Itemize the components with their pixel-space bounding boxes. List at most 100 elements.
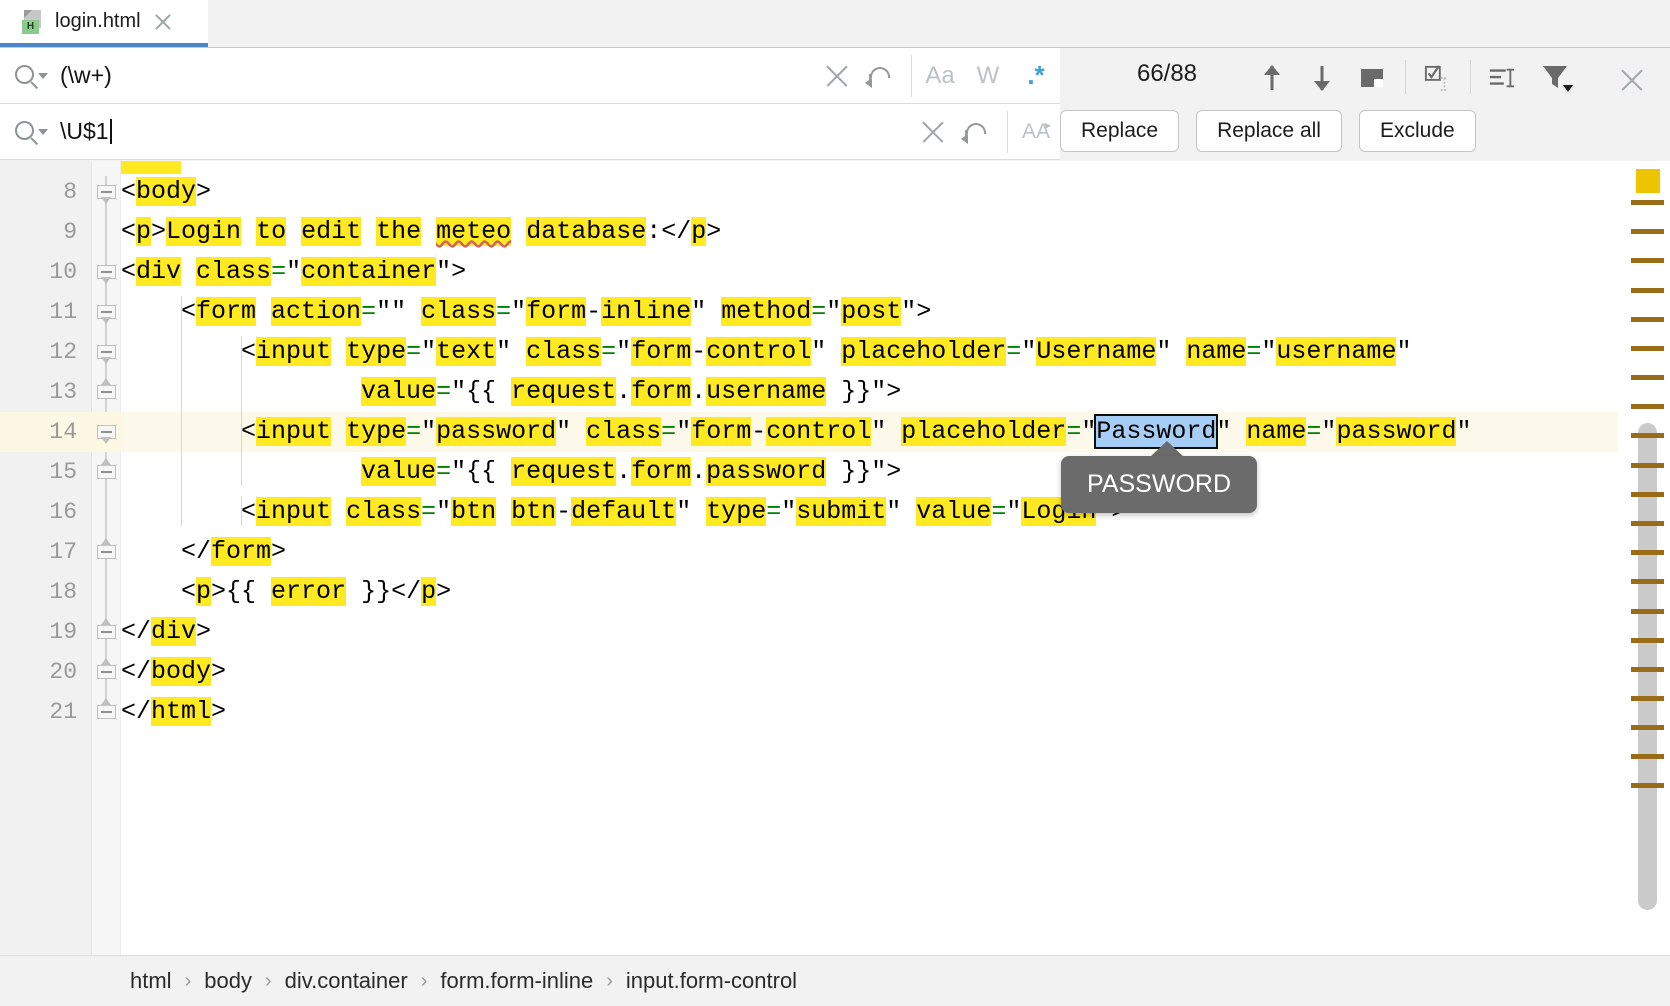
occurrence-marker[interactable]: [1631, 696, 1664, 701]
match-highlight: meteo: [436, 217, 511, 246]
code-line[interactable]: <div class="container">: [121, 252, 466, 292]
code-token: [511, 217, 526, 246]
find-panel-toolbar: 66/88: [1060, 48, 1670, 161]
code-token: ": [496, 337, 526, 366]
occurrence-marker[interactable]: [1631, 754, 1664, 759]
code-token: .: [616, 457, 631, 486]
code-line[interactable]: </form>: [121, 532, 286, 572]
code-token: >: [196, 177, 211, 206]
replace-all-button[interactable]: Replace all: [1196, 110, 1342, 152]
search-input[interactable]: (\w+): [50, 62, 823, 89]
clear-replace-icon[interactable]: [919, 118, 947, 146]
breadcrumb-item[interactable]: div.container: [285, 968, 408, 994]
occurrence-marker[interactable]: [1631, 463, 1664, 468]
exclude-button[interactable]: Exclude: [1359, 110, 1476, 152]
words-toggle[interactable]: W: [964, 56, 1012, 96]
replace-search-icon[interactable]: [14, 119, 50, 145]
divider: [1007, 111, 1008, 153]
select-all-occurrences-button[interactable]: [1350, 56, 1394, 100]
fold-collapse-end-icon[interactable]: [97, 622, 116, 641]
match-case-toggle[interactable]: Aa: [916, 56, 964, 96]
preserve-case-toggle[interactable]: A▸A: [1012, 112, 1060, 152]
occurrence-marker[interactable]: [1631, 433, 1664, 438]
filter-lines-icon: [1489, 63, 1515, 93]
code-line[interactable]: <p>{{ error }}</p>: [121, 572, 451, 612]
occurrence-marker[interactable]: [1631, 317, 1664, 322]
code-line[interactable]: value="{{ request.form.password }}">: [121, 452, 901, 492]
occurrence-marker[interactable]: [1631, 492, 1664, 497]
find-previous-button[interactable]: [1250, 56, 1294, 100]
editor-tab-login-html[interactable]: H login.html: [0, 0, 208, 47]
code-line[interactable]: <body>: [121, 172, 211, 212]
occurrence-marker[interactable]: [1631, 200, 1664, 205]
fold-expand-icon[interactable]: [97, 342, 116, 361]
occurrence-marker[interactable]: [1631, 609, 1664, 614]
clear-search-icon[interactable]: [823, 62, 851, 90]
in-selection-button[interactable]: [1415, 56, 1459, 100]
fold-collapse-end-icon[interactable]: [97, 702, 116, 721]
html-file-icon: H: [22, 10, 44, 34]
fold-collapse-end-icon[interactable]: [97, 382, 116, 401]
line-number: 16: [7, 492, 77, 532]
search-icon[interactable]: [14, 63, 50, 89]
code-token: .: [691, 377, 706, 406]
breadcrumb-item[interactable]: html: [130, 968, 172, 994]
fold-expand-icon[interactable]: [97, 182, 116, 201]
replace-input[interactable]: \U$1: [50, 118, 919, 145]
filter-button[interactable]: [1530, 56, 1586, 100]
search-history-icon[interactable]: [865, 61, 899, 91]
code-line[interactable]: <form action="" class="form-inline" meth…: [121, 292, 931, 332]
occurrence-marker[interactable]: [1631, 550, 1664, 555]
code-token: ": [436, 497, 451, 526]
code-line[interactable]: </div>: [121, 612, 211, 652]
occurrence-marker[interactable]: [1631, 667, 1664, 672]
code-token: ": [421, 417, 436, 446]
regex-toggle[interactable]: .*: [1012, 56, 1060, 96]
fold-collapse-end-icon[interactable]: [97, 662, 116, 681]
match-highlight: p: [196, 577, 211, 606]
occurrence-marker[interactable]: [1631, 783, 1664, 788]
occurrence-marker[interactable]: [1631, 404, 1664, 409]
breadcrumb-item[interactable]: input.form-control: [626, 968, 797, 994]
code-line[interactable]: <input class="btn btn-default" type="sub…: [121, 492, 1126, 532]
replace-history-icon[interactable]: [961, 117, 995, 147]
code-content[interactable]: head<body><p>Login to edit the meteo dat…: [121, 161, 1670, 955]
code-token: -: [691, 337, 706, 366]
fold-expand-icon[interactable]: [97, 422, 116, 441]
filter-funnel-icon: [1541, 63, 1575, 93]
code-line[interactable]: value="{{ request.form.username }}">: [121, 372, 901, 412]
editor-scrollbar-track[interactable]: [1618, 161, 1670, 955]
breadcrumb-item[interactable]: form.form-inline: [440, 968, 593, 994]
close-icon[interactable]: [153, 12, 173, 32]
occurrence-marker[interactable]: [1631, 725, 1664, 730]
fold-collapse-end-icon[interactable]: [97, 462, 116, 481]
code-line[interactable]: <input type="text" class="form-control" …: [121, 332, 1411, 372]
find-next-button[interactable]: [1300, 56, 1344, 100]
code-line[interactable]: <input type="password" class="form-contr…: [121, 412, 1471, 452]
fold-expand-icon[interactable]: [97, 302, 116, 321]
occurrence-marker[interactable]: [1631, 638, 1664, 643]
occurrence-marker[interactable]: [1631, 579, 1664, 584]
occurrence-marker[interactable]: [1631, 258, 1664, 263]
code-token: ": [1321, 417, 1336, 446]
code-token: }}">: [826, 377, 901, 406]
occurrence-marker[interactable]: [1631, 521, 1664, 526]
breadcrumb-item[interactable]: body: [204, 968, 252, 994]
code-editor[interactable]: 89101112131415161718192021 head<body><p>…: [0, 161, 1670, 955]
code-line[interactable]: </body>: [121, 652, 226, 692]
occurrence-marker[interactable]: [1631, 346, 1664, 351]
code-line[interactable]: <p>Login to edit the meteo database:</p>: [121, 212, 721, 252]
code-token: =: [1066, 417, 1081, 446]
code-token: [331, 337, 346, 366]
occurrence-marker[interactable]: [1631, 375, 1664, 380]
occurrence-marker[interactable]: [1631, 288, 1664, 293]
match-highlight: submit: [796, 497, 886, 526]
replace-button[interactable]: Replace: [1060, 110, 1179, 152]
occurrence-marker[interactable]: [1631, 229, 1664, 234]
close-find-panel-icon[interactable]: [1618, 66, 1646, 94]
filter-lines-button[interactable]: [1480, 56, 1524, 100]
fold-collapse-end-icon[interactable]: [97, 542, 116, 561]
fold-expand-icon[interactable]: [97, 262, 116, 281]
error-stripe-marker[interactable]: [1636, 169, 1660, 193]
code-line[interactable]: </html>: [121, 692, 226, 732]
